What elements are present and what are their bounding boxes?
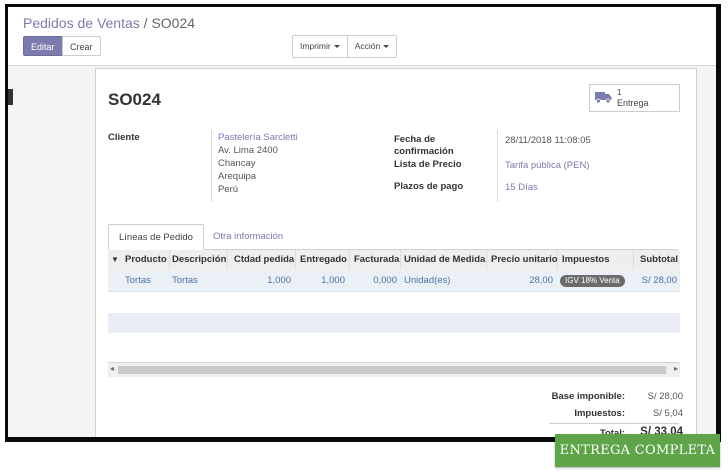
column-divider: [169, 250, 170, 270]
notebook-tabs: Líneas de Pedido Otra información: [108, 224, 678, 250]
customer-label: Cliente: [108, 132, 140, 143]
column-header-delivered[interactable]: Entregado: [300, 250, 347, 270]
action-dropdown[interactable]: Acción: [348, 36, 397, 57]
cell-product: Tortas: [125, 275, 151, 286]
customer-address-line: Av. Lima 2400: [218, 145, 278, 156]
breadcrumb: Pedidos de Ventas / SO024: [23, 15, 195, 31]
scrollbar-thumb[interactable]: [118, 366, 666, 374]
column-header-uom[interactable]: Unidad de Medida: [404, 250, 485, 270]
column-divider: [349, 250, 350, 270]
action-button-group: Imprimir Acción: [292, 35, 398, 58]
column-header-taxes[interactable]: Impuestos: [562, 250, 610, 270]
pricelist-value[interactable]: Tarifa pública (PEN): [505, 160, 589, 173]
empty-row: [108, 291, 680, 311]
customer-address-line: Arequipa: [218, 171, 257, 182]
column-divider: [486, 250, 487, 270]
customer-address-line: Chancay: [218, 158, 256, 169]
column-divider: [633, 250, 634, 270]
confirmation-date-value: 28/11/2018 11:08:05: [505, 135, 591, 146]
cell-unit-price: 28,00: [529, 275, 553, 286]
breadcrumb-current: SO024: [151, 15, 196, 31]
caret-down-icon: [383, 45, 390, 49]
truck-icon: [595, 92, 612, 104]
payment-terms-value[interactable]: 15 Días: [505, 182, 538, 195]
confirmation-date-label-line1: Fecha de: [394, 134, 436, 145]
form-sheet: SO024 1 Entrega Cliente Pastelería Sarcl…: [95, 68, 697, 437]
breadcrumb-parent[interactable]: Pedidos de Ventas: [23, 15, 140, 31]
field-divider: [211, 130, 212, 202]
empty-row: [108, 313, 680, 333]
scroll-right-icon[interactable]: ▸: [674, 364, 678, 373]
print-dropdown[interactable]: Imprimir: [293, 36, 348, 57]
cell-subtotal: S/ 28,00: [641, 275, 677, 286]
customer-address-line: Perú: [218, 184, 239, 195]
column-divider: [295, 250, 296, 270]
cell-ordered-qty: 1,000: [267, 275, 291, 286]
column-divider: [400, 250, 401, 270]
edit-button[interactable]: Editar: [23, 36, 63, 56]
scroll-left-icon[interactable]: ◂: [110, 364, 114, 373]
breadcrumb-separator: /: [143, 15, 148, 31]
cell-description: Tortas: [172, 275, 198, 286]
order-title: SO024: [108, 90, 161, 109]
delivery-smart-button[interactable]: 1 Entrega: [589, 84, 680, 112]
left-edge-marker: [8, 89, 13, 105]
column-header-unit-price[interactable]: Precio unitario: [491, 250, 558, 270]
untaxed-amount-label: Base imponible:: [551, 391, 625, 402]
complete-delivery-banner: ENTREGA COMPLETA: [555, 434, 720, 467]
column-header-invoiced[interactable]: Facturada: [354, 250, 399, 270]
cell-invoiced: 0,000: [373, 275, 397, 286]
customer-name[interactable]: Pastelería Sarcletti: [218, 132, 298, 145]
tab-order-lines[interactable]: Líneas de Pedido: [108, 224, 204, 250]
caret-down-icon: [333, 45, 340, 49]
taxes-value: S/ 5,04: [652, 408, 683, 419]
column-divider: [227, 250, 228, 270]
column-header-ordered-qty[interactable]: Ctdad pedida: [234, 250, 294, 270]
column-header-product[interactable]: Producto: [125, 250, 167, 270]
untaxed-amount-value: S/ 28,00: [647, 391, 683, 402]
sort-caret-icon[interactable]: ▼: [111, 250, 119, 270]
cell-uom: Unidad(es): [404, 275, 451, 286]
delivery-label: Entrega: [617, 98, 649, 108]
taxes-label: Impuestos:: [574, 408, 625, 419]
column-header-subtotal[interactable]: Subtotal: [640, 250, 678, 270]
table-row[interactable]: Tortas Tortas 1,000 1,000 0,000 Unidad(e…: [108, 270, 680, 292]
print-label: Imprimir: [300, 41, 331, 51]
confirmation-date-label-line2: confirmación: [394, 146, 454, 157]
column-header-description[interactable]: Descripción: [172, 250, 226, 270]
totals-divider: [549, 423, 679, 424]
tab-other-info[interactable]: Otra información: [203, 224, 293, 249]
payment-terms-label: Plazos de pago: [394, 181, 464, 192]
pricelist-label: Lista de Precio: [394, 159, 462, 170]
cell-delivered: 1,000: [321, 275, 345, 286]
order-lines-header: ▼ Producto Descripción Ctdad pedida Entr…: [108, 250, 680, 271]
action-label: Acción: [354, 41, 381, 51]
tax-badge: IGV 18% Venta: [560, 275, 625, 287]
create-button[interactable]: Crear: [62, 36, 101, 56]
empty-row: [108, 334, 680, 354]
screenshot-frame: Pedidos de Ventas / SO024 Editar Crear I…: [5, 4, 721, 442]
horizontal-scrollbar[interactable]: ◂ ▸: [108, 362, 680, 377]
confirmation-date-label: Fecha de confirmación: [394, 134, 454, 158]
column-divider: [557, 250, 558, 270]
control-panel: Pedidos de Ventas / SO024 Editar Crear I…: [8, 7, 716, 66]
field-divider: [497, 130, 498, 202]
delivery-count: 1: [617, 88, 622, 97]
